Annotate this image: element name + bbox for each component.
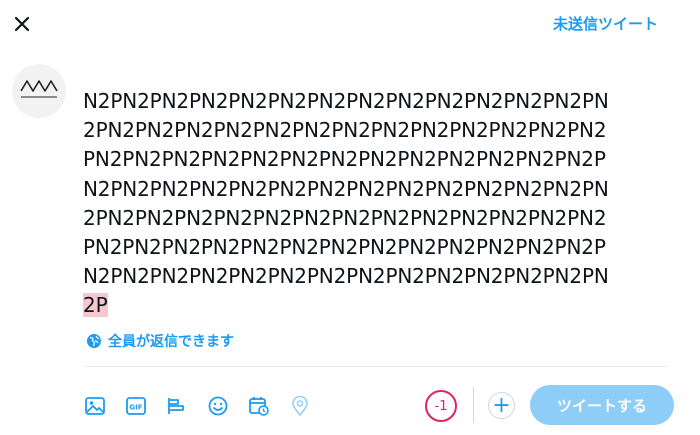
text-line: PN2PN2PN2PN2PN2PN2PN2PN2PN2PN2PN2PN2PN2P (83, 147, 606, 172)
close-button[interactable] (6, 8, 38, 40)
reply-setting-button[interactable]: 全員が返信できます (86, 331, 234, 351)
plus-icon: + (492, 392, 511, 418)
nonameproduce-logo (20, 80, 58, 98)
globe-icon (87, 334, 101, 348)
character-counter: -1 (425, 390, 457, 422)
tweet-button[interactable]: ツイートする (530, 385, 674, 425)
poll-button[interactable] (164, 393, 190, 419)
media-toolbar: GIF (82, 393, 328, 419)
schedule-button[interactable] (246, 393, 272, 419)
add-thread-button[interactable]: + (488, 392, 515, 419)
tweet-text-area[interactable]: N2PN2PN2PN2PN2PN2PN2PN2PN2PN2PN2PN2PN2PN… (83, 87, 683, 321)
overflow-text: 2P (83, 293, 108, 318)
location-button[interactable] (287, 393, 313, 419)
close-icon (14, 16, 30, 32)
vertical-divider (473, 387, 474, 423)
schedule-icon (249, 397, 269, 416)
text-line: PN2PN2PN2PN2PN2PN2PN2PN2PN2PN2PN2PN2PN2P (83, 235, 606, 260)
emoji-icon (208, 396, 228, 416)
text-line: 2PN2PN2PN2PN2PN2PN2PN2PN2PN2PN2PN2PN2PN2 (83, 118, 607, 143)
avatar[interactable] (12, 64, 66, 118)
text-line: N2PN2PN2PN2PN2PN2PN2PN2PN2PN2PN2PN2PN2PN (83, 89, 609, 113)
drafts-link[interactable]: 未送信ツイート (553, 13, 658, 34)
poll-icon (168, 398, 184, 414)
reply-setting-label: 全員が返信できます (108, 334, 234, 350)
gif-icon: GIF (126, 397, 146, 415)
text-line: 2PN2PN2PN2PN2PN2PN2PN2PN2PN2PN2PN2PN2PN2 (83, 205, 607, 230)
text-line: N2PN2PN2PN2PN2PN2PN2PN2PN2PN2PN2PN2PN2PN (83, 264, 609, 289)
image-icon (85, 397, 105, 415)
image-button[interactable] (82, 393, 108, 419)
gif-label: GIF (129, 404, 142, 412)
emoji-button[interactable] (205, 393, 231, 419)
divider (84, 366, 668, 367)
text-line: N2PN2PN2PN2PN2PN2PN2PN2PN2PN2PN2PN2PN2PN (83, 176, 609, 201)
gif-button[interactable]: GIF (123, 393, 149, 419)
location-icon (292, 395, 308, 417)
